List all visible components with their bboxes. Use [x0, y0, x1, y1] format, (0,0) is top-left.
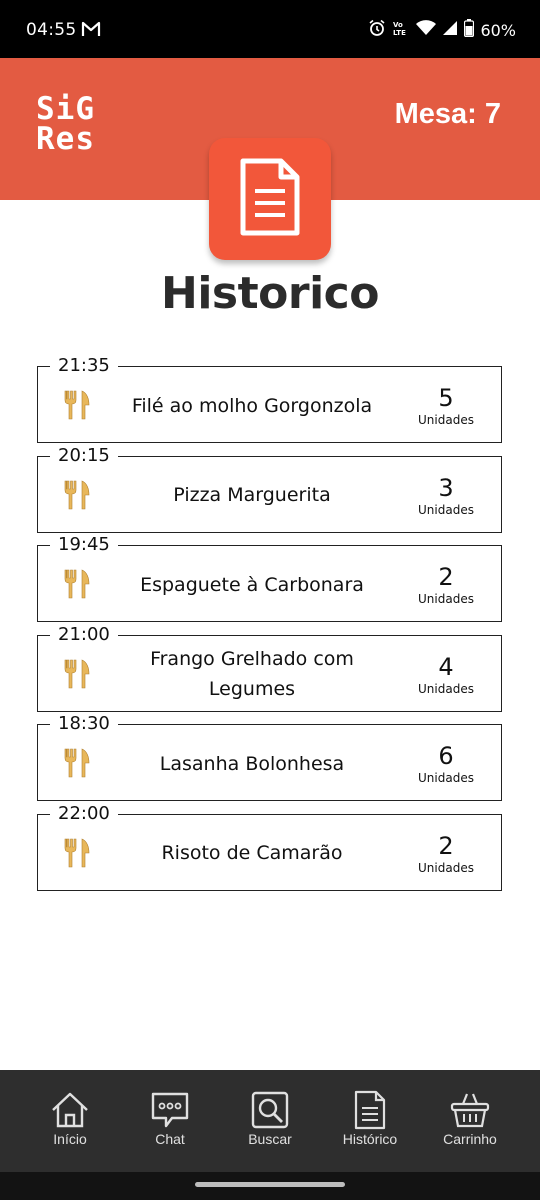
search-icon — [220, 1090, 320, 1130]
basket-icon — [420, 1090, 520, 1130]
quantity-unit: Unidades — [418, 860, 474, 875]
order-quantity: 2 Unidades — [413, 833, 479, 875]
battery-icon — [464, 19, 475, 42]
order-quantity: 5 Unidades — [413, 385, 479, 427]
quantity-value: 5 — [438, 384, 454, 412]
app-logo[interactable]: SiG Res — [36, 91, 95, 157]
order-quantity: 3 Unidades — [413, 475, 479, 517]
nav-item-inicio[interactable]: Início — [20, 1090, 120, 1147]
logo-line-2: Res — [36, 121, 95, 157]
status-bar: 04:55 Vo LTE 60% — [0, 0, 540, 58]
quantity-value: 2 — [438, 831, 454, 860]
logo-line-1: SiG — [36, 91, 95, 127]
cutlery-icon — [62, 389, 92, 426]
order-card[interactable]: 19:45 Espaguete à Carbonara 2 Unidades — [37, 535, 502, 623]
quantity-unit: Unidades — [418, 502, 474, 517]
alarm-icon — [368, 19, 386, 42]
nav-label: Início — [53, 1131, 87, 1147]
nav-label: Histórico — [342, 1131, 398, 1147]
order-item-name: Lasanha Bolonhesa — [159, 752, 345, 775]
quantity-unit: Unidades — [418, 681, 474, 696]
cutlery-icon — [62, 479, 92, 516]
page-title: Historico — [161, 268, 379, 319]
order-item-name: Espaguete à Carbonara — [140, 573, 364, 596]
gmail-icon — [81, 21, 101, 42]
order-history-list: 21:35 Filé ao molho Gorgonzola 5 Unidade… — [37, 356, 502, 904]
quantity-value: 2 — [438, 563, 454, 592]
svg-text:Vo: Vo — [393, 21, 403, 29]
order-time: 20:15 — [50, 445, 118, 466]
cutlery-icon — [62, 747, 92, 784]
signal-icon — [442, 20, 458, 41]
order-time: 18:30 — [50, 714, 118, 735]
order-item-name: Risoto de Camarão — [161, 842, 343, 865]
order-time: 21:00 — [50, 624, 118, 645]
nav-item-historico[interactable]: Histórico — [320, 1090, 420, 1147]
nav-item-carrinho[interactable]: Carrinho — [420, 1090, 520, 1147]
gesture-handle[interactable] — [195, 1182, 345, 1187]
order-card[interactable]: 21:00 Frango Grelhado com Legumes 4 Unid… — [37, 624, 502, 712]
battery-percent: 60% — [480, 21, 516, 40]
order-item-name: Filé ao molho Gorgonzola — [131, 394, 373, 417]
order-quantity: 6 Unidades — [413, 743, 479, 785]
quantity-value: 3 — [438, 473, 454, 502]
order-item-name: Pizza Marguerita — [173, 484, 331, 507]
table-number: Mesa: 7 — [394, 98, 501, 130]
order-card[interactable]: 21:35 Filé ao molho Gorgonzola 5 Unidade… — [37, 356, 502, 443]
bottom-navigation: Início Chat Buscar Histórico Carrinho — [0, 1070, 540, 1172]
quantity-value: 4 — [438, 652, 454, 681]
nav-label: Chat — [155, 1131, 185, 1147]
cutlery-icon — [62, 568, 92, 605]
cutlery-icon — [62, 837, 92, 874]
document-icon — [235, 157, 305, 242]
order-item-name: Frango Grelhado com Legumes — [150, 648, 354, 701]
chat-icon — [120, 1090, 220, 1130]
order-card[interactable]: 22:00 Risoto de Camarão 2 Unidades — [37, 803, 502, 891]
volte-icon: Vo LTE — [392, 19, 410, 42]
quantity-value: 6 — [438, 742, 454, 771]
order-card[interactable]: 20:15 Pizza Marguerita 3 Unidades — [37, 445, 502, 533]
status-time: 04:55 — [26, 20, 77, 40]
history-badge — [209, 138, 331, 260]
app-screen: 04:55 Vo LTE 60% SiG Res Mesa: 7 Histori… — [0, 0, 540, 1200]
document-icon — [320, 1090, 420, 1130]
home-icon — [20, 1090, 120, 1130]
wifi-icon — [416, 20, 437, 41]
nav-item-buscar[interactable]: Buscar — [220, 1090, 320, 1147]
order-card[interactable]: 18:30 Lasanha Bolonhesa 6 Unidades — [37, 714, 502, 802]
nav-label: Carrinho — [443, 1131, 497, 1147]
quantity-unit: Unidades — [418, 771, 474, 786]
svg-text:LTE: LTE — [393, 29, 406, 37]
order-time: 22:00 — [50, 803, 118, 824]
order-quantity: 4 Unidades — [413, 654, 479, 696]
nav-item-chat[interactable]: Chat — [120, 1090, 220, 1147]
cutlery-icon — [62, 658, 92, 695]
status-icons: Vo LTE 60% — [368, 19, 516, 42]
order-time: 21:35 — [50, 356, 118, 376]
quantity-unit: Unidades — [418, 592, 474, 607]
quantity-unit: Unidades — [418, 413, 474, 427]
order-quantity: 2 Unidades — [413, 564, 479, 606]
order-time: 19:45 — [50, 535, 118, 556]
nav-label: Buscar — [248, 1131, 292, 1147]
